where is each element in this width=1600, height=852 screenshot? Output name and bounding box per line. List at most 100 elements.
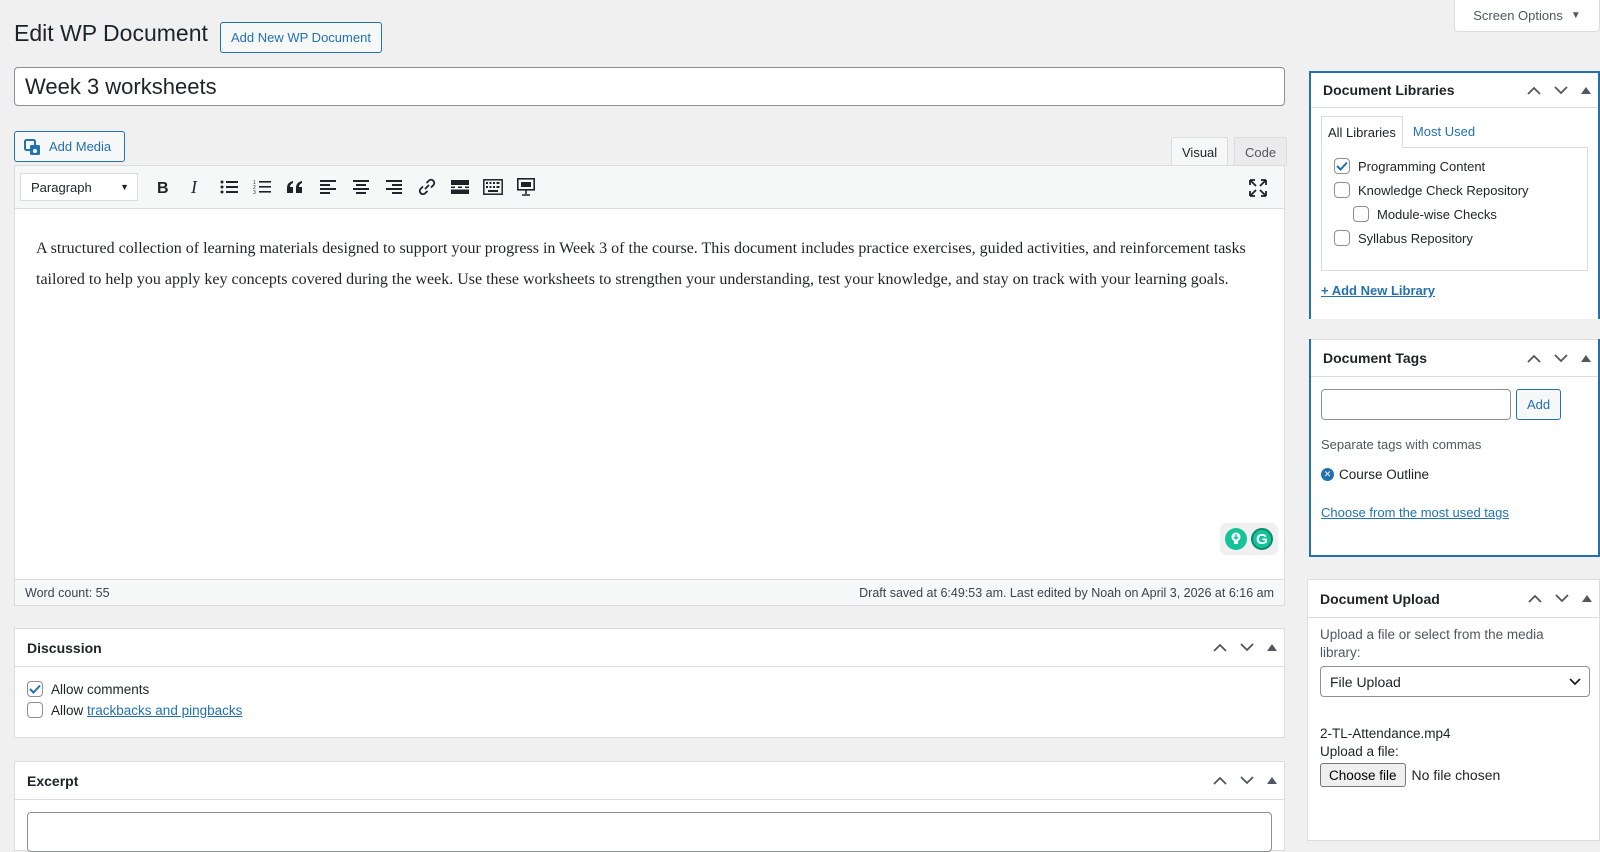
excerpt-box: Excerpt bbox=[14, 761, 1285, 852]
library-item: Knowledge Check Repository bbox=[1334, 182, 1575, 198]
upload-header: Document Upload bbox=[1308, 580, 1599, 618]
toggle-panel-button[interactable] bbox=[1260, 763, 1284, 799]
tag-item: ✕ Course Outline bbox=[1321, 467, 1588, 482]
discussion-title: Discussion bbox=[27, 639, 102, 656]
numbered-list-button[interactable]: 1 2 3 bbox=[245, 172, 278, 202]
align-left-button[interactable] bbox=[311, 172, 344, 202]
move-up-button[interactable] bbox=[1520, 72, 1547, 108]
move-up-button[interactable] bbox=[1521, 581, 1548, 617]
triangle-up-icon bbox=[1267, 644, 1277, 651]
triangle-up-icon bbox=[1582, 595, 1592, 602]
tab-visual[interactable]: Visual bbox=[1171, 137, 1229, 166]
choose-file-button[interactable]: Choose file bbox=[1320, 763, 1406, 787]
grammarly-logo-icon[interactable]: G bbox=[1251, 528, 1273, 550]
add-library-row: + Add New Library bbox=[1321, 283, 1588, 298]
tag-input[interactable] bbox=[1321, 389, 1511, 420]
triangle-up-icon bbox=[1581, 86, 1591, 94]
read-more-icon bbox=[450, 180, 469, 194]
allow-comments-checkbox[interactable] bbox=[27, 681, 43, 697]
toggle-panel-button[interactable] bbox=[1574, 340, 1598, 376]
svg-text:I: I bbox=[190, 179, 198, 195]
tab-code[interactable]: Code bbox=[1234, 137, 1288, 166]
align-left-icon bbox=[319, 180, 336, 194]
add-tag-button[interactable]: Add bbox=[1516, 389, 1562, 420]
read-more-button[interactable] bbox=[443, 172, 476, 202]
add-new-library-link[interactable]: + Add New Library bbox=[1321, 283, 1435, 298]
align-center-button[interactable] bbox=[344, 172, 377, 202]
move-down-button[interactable] bbox=[1547, 340, 1574, 376]
italic-button[interactable]: I bbox=[179, 172, 212, 202]
post-title-input[interactable]: Week 3 worksheets bbox=[14, 67, 1285, 106]
library-item: Programming Content bbox=[1334, 158, 1575, 174]
library-checkbox[interactable] bbox=[1334, 230, 1350, 246]
presentation-icon bbox=[516, 178, 535, 196]
checkmark-icon bbox=[1336, 161, 1348, 171]
add-new-document-button[interactable]: Add New WP Document bbox=[220, 22, 382, 53]
excerpt-header: Excerpt bbox=[15, 762, 1284, 800]
numbered-list-icon: 1 2 3 bbox=[253, 180, 271, 195]
blockquote-button[interactable] bbox=[278, 172, 311, 202]
upload-description: Upload a file or select from the media l… bbox=[1320, 627, 1544, 660]
box-handles bbox=[1206, 762, 1284, 799]
align-right-icon bbox=[385, 180, 402, 194]
grammarly-widget[interactable]: G bbox=[1220, 523, 1278, 555]
triangle-up-icon bbox=[1581, 354, 1591, 362]
insert-link-button[interactable] bbox=[410, 172, 443, 202]
discussion-box: Discussion Allow comments Allow trackbac… bbox=[14, 628, 1285, 738]
move-down-button[interactable] bbox=[1547, 72, 1574, 108]
tab-most-used[interactable]: Most Used bbox=[1407, 116, 1481, 148]
move-up-button[interactable] bbox=[1206, 763, 1233, 799]
upload-type-value: File Upload bbox=[1330, 673, 1401, 690]
libraries-checklist: Programming Content Knowledge Check Repo… bbox=[1321, 147, 1588, 271]
allow-pings-checkbox[interactable] bbox=[27, 702, 43, 718]
document-upload-box: Document Upload Upload a file or select … bbox=[1307, 579, 1600, 841]
allow-comments-row: Allow comments bbox=[27, 681, 1272, 697]
bulleted-list-button[interactable] bbox=[212, 172, 245, 202]
format-select-value: Paragraph bbox=[31, 179, 92, 195]
move-down-button[interactable] bbox=[1548, 581, 1575, 617]
trackbacks-link[interactable]: trackbacks and pingbacks bbox=[87, 703, 242, 718]
toggle-panel-button[interactable] bbox=[1575, 581, 1599, 617]
svg-text:B: B bbox=[157, 180, 169, 195]
presentation-button[interactable] bbox=[509, 172, 542, 202]
editor-toolbar: Paragraph ▼ B I 1 2 3 bbox=[15, 166, 1284, 209]
editor-content[interactable]: A structured collection of learning mate… bbox=[15, 209, 1284, 295]
toggle-panel-button[interactable] bbox=[1260, 630, 1284, 666]
choose-most-used-tags-link[interactable]: Choose from the most used tags bbox=[1321, 505, 1509, 520]
add-media-button[interactable]: Add Media bbox=[14, 131, 125, 162]
library-checkbox[interactable] bbox=[1334, 158, 1350, 174]
fullscreen-button[interactable] bbox=[1241, 173, 1274, 203]
library-checkbox[interactable] bbox=[1334, 182, 1350, 198]
tab-all-libraries[interactable]: All Libraries bbox=[1321, 116, 1403, 148]
screen-options-button[interactable]: Screen Options ▼ bbox=[1454, 0, 1600, 32]
remove-tag-icon[interactable]: ✕ bbox=[1321, 468, 1334, 481]
align-right-button[interactable] bbox=[377, 172, 410, 202]
document-libraries-box: Document Libraries All Libraries Most Us… bbox=[1309, 71, 1600, 557]
bold-button[interactable]: B bbox=[146, 172, 179, 202]
upload-content: Upload a file or select from the media l… bbox=[1308, 618, 1599, 795]
library-checkbox[interactable] bbox=[1353, 206, 1369, 222]
file-input: Choose file No file chosen bbox=[1320, 763, 1587, 787]
grammarly-suggestion-icon[interactable] bbox=[1225, 528, 1247, 550]
allow-pings-row: Allow trackbacks and pingbacks bbox=[27, 702, 1272, 718]
format-select[interactable]: Paragraph ▼ bbox=[20, 173, 138, 201]
no-file-label: No file chosen bbox=[1411, 767, 1501, 783]
toolbar-toggle-button[interactable] bbox=[476, 172, 509, 202]
allow-comments-label: Allow comments bbox=[51, 681, 150, 697]
bulleted-list-icon bbox=[220, 180, 238, 194]
excerpt-textarea[interactable] bbox=[27, 812, 1272, 852]
tags-header: Document Tags bbox=[1311, 339, 1598, 377]
toggle-panel-button[interactable] bbox=[1574, 72, 1598, 108]
checkmark-icon bbox=[29, 684, 41, 694]
editor-status-bar: Word count: 55 Draft saved at 6:49:53 am… bbox=[15, 579, 1284, 605]
move-down-button[interactable] bbox=[1233, 763, 1260, 799]
upload-type-select[interactable]: File Upload bbox=[1320, 666, 1590, 697]
libraries-title: Document Libraries bbox=[1323, 82, 1455, 98]
move-up-button[interactable] bbox=[1520, 340, 1547, 376]
tag-label: Course Outline bbox=[1339, 467, 1430, 482]
allow-pings-label: Allow trackbacks and pingbacks bbox=[51, 703, 242, 718]
move-up-button[interactable] bbox=[1206, 630, 1233, 666]
tags-content: Add Separate tags with commas ✕ Course O… bbox=[1311, 377, 1598, 532]
move-down-button[interactable] bbox=[1233, 630, 1260, 666]
library-item: Syllabus Repository bbox=[1334, 230, 1575, 246]
